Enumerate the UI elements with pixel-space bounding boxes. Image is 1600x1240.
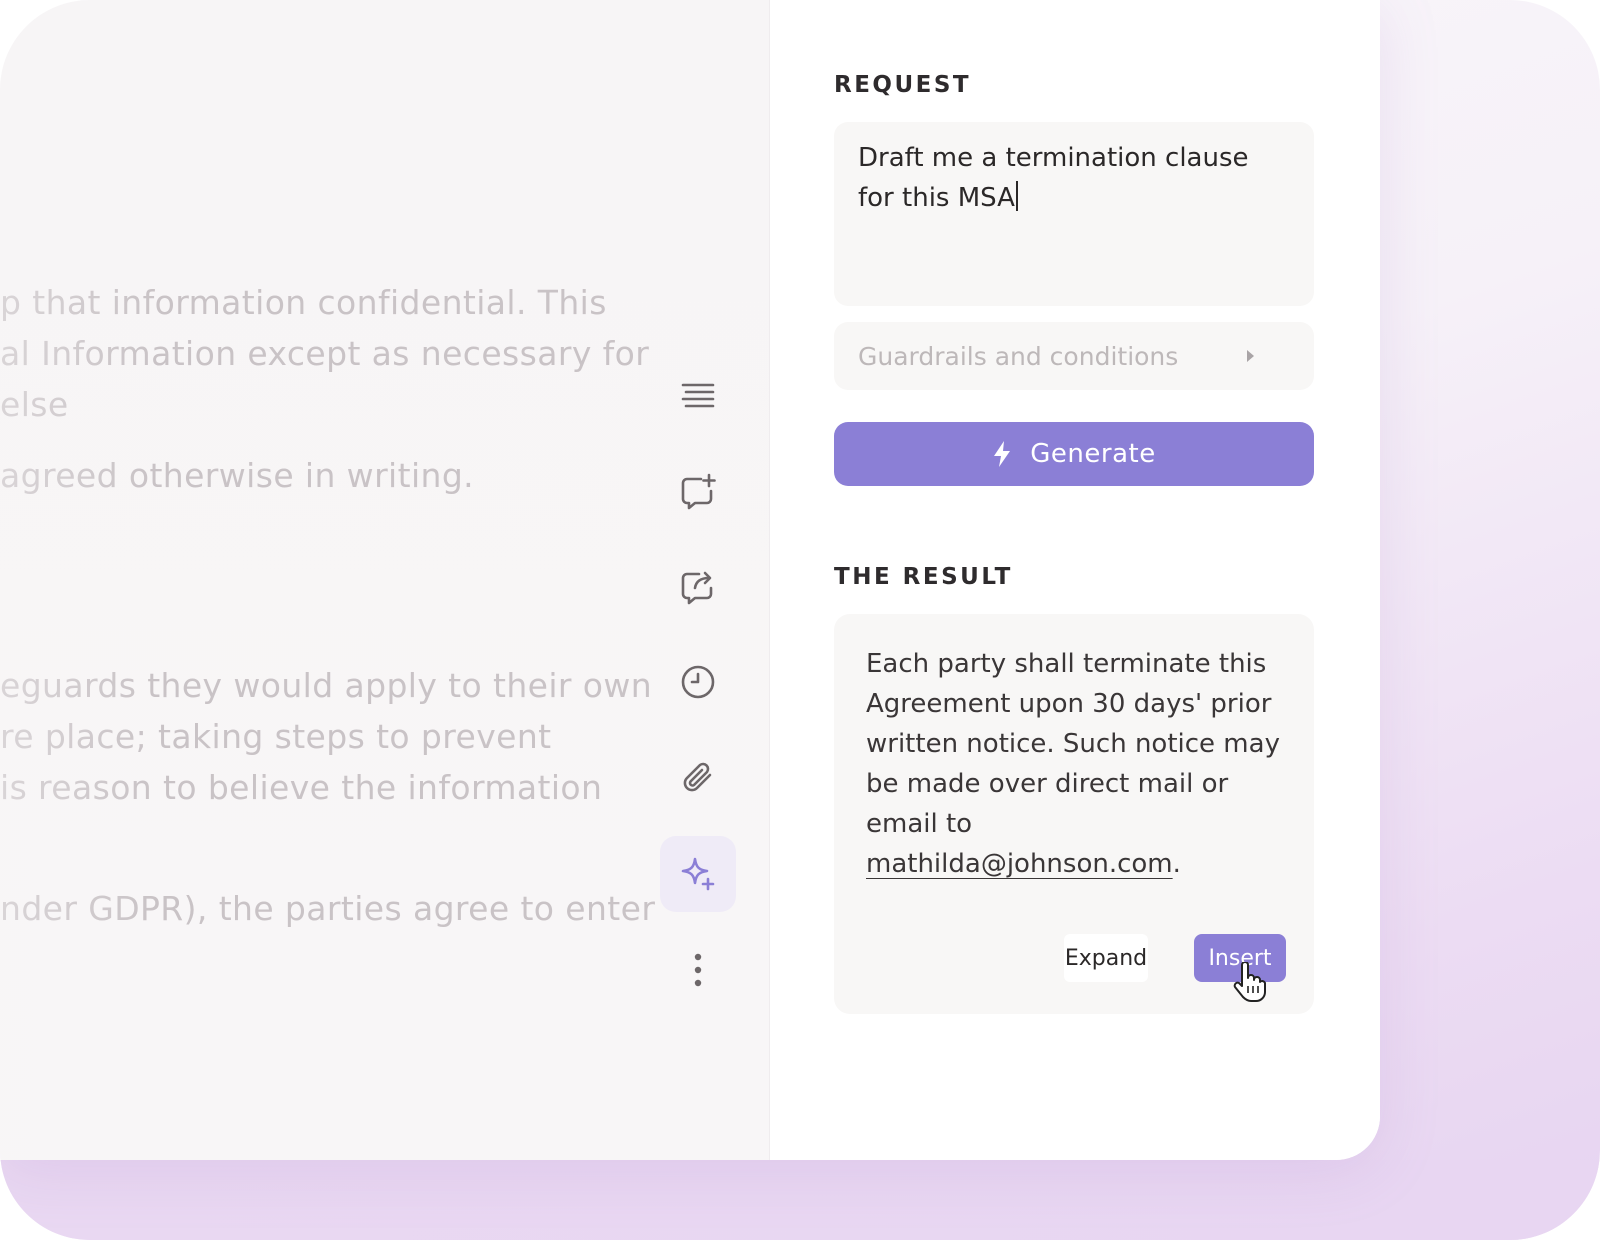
share-comment-icon <box>681 571 713 605</box>
lightning-icon <box>994 441 1011 467</box>
sparkle-ai-icon <box>681 857 715 891</box>
document-area: p that information confidential. This al… <box>0 0 770 1160</box>
attach-button[interactable] <box>660 739 736 815</box>
document-text-line: re place; taking steps to prevent <box>0 717 552 756</box>
paperclip-icon <box>683 762 712 792</box>
background-band <box>0 1160 1600 1240</box>
document-text-line: else <box>0 385 69 424</box>
result-email-link[interactable]: mathilda@johnson.com <box>866 849 1173 879</box>
hand-pointer-cursor-icon <box>1233 962 1266 1002</box>
background-frame: p that information confidential. This al… <box>0 0 1600 1240</box>
document-text-line: agreed otherwise in writing. <box>0 456 475 495</box>
align-text-button[interactable] <box>660 358 736 434</box>
history-button[interactable] <box>660 644 736 720</box>
request-section-label: REQUEST <box>834 72 972 98</box>
result-suffix: . <box>1172 849 1181 879</box>
more-options-button[interactable] <box>660 932 736 1008</box>
result-card: Each party shall terminate this Agreemen… <box>834 614 1314 1014</box>
ai-drafting-panel: REQUEST Draft me a termination clause fo… <box>770 0 1380 1160</box>
result-body: Each party shall terminate this Agreemen… <box>866 649 1280 839</box>
app-window: p that information confidential. This al… <box>0 0 1380 1160</box>
ai-assistant-button[interactable] <box>660 836 736 912</box>
add-comment-button[interactable] <box>660 454 736 530</box>
result-text: Each party shall terminate this Agreemen… <box>866 644 1284 884</box>
guardrails-label: Guardrails and conditions <box>858 341 1179 371</box>
text-caret <box>1015 181 1018 211</box>
expand-arrow-icon <box>1247 350 1254 362</box>
share-comment-button[interactable] <box>660 549 736 625</box>
expand-button[interactable]: Expand <box>1064 934 1148 982</box>
request-input-text: Draft me a termination clause for this M… <box>858 143 1249 213</box>
guardrails-dropdown[interactable]: Guardrails and conditions <box>834 322 1314 390</box>
generate-button[interactable]: Generate <box>834 422 1314 486</box>
document-text-line: p that information confidential. This <box>0 283 607 322</box>
document-text-line: nder GDPR), the parties agree to enter <box>0 889 656 928</box>
document-text-line: al Information except as necessary for <box>0 334 650 373</box>
more-vertical-icon <box>694 953 702 987</box>
document-fade-overlay <box>0 0 770 1160</box>
history-clock-icon <box>681 665 715 699</box>
add-comment-icon <box>681 473 716 510</box>
align-text-icon <box>681 383 715 408</box>
result-section-label: THE RESULT <box>834 564 1013 590</box>
document-text-line: eguards they would apply to their own <box>0 666 653 705</box>
generate-button-label: Generate <box>1030 439 1156 469</box>
document-text-line: is reason to believe the information <box>0 768 603 807</box>
request-input[interactable]: Draft me a termination clause for this M… <box>834 122 1314 306</box>
